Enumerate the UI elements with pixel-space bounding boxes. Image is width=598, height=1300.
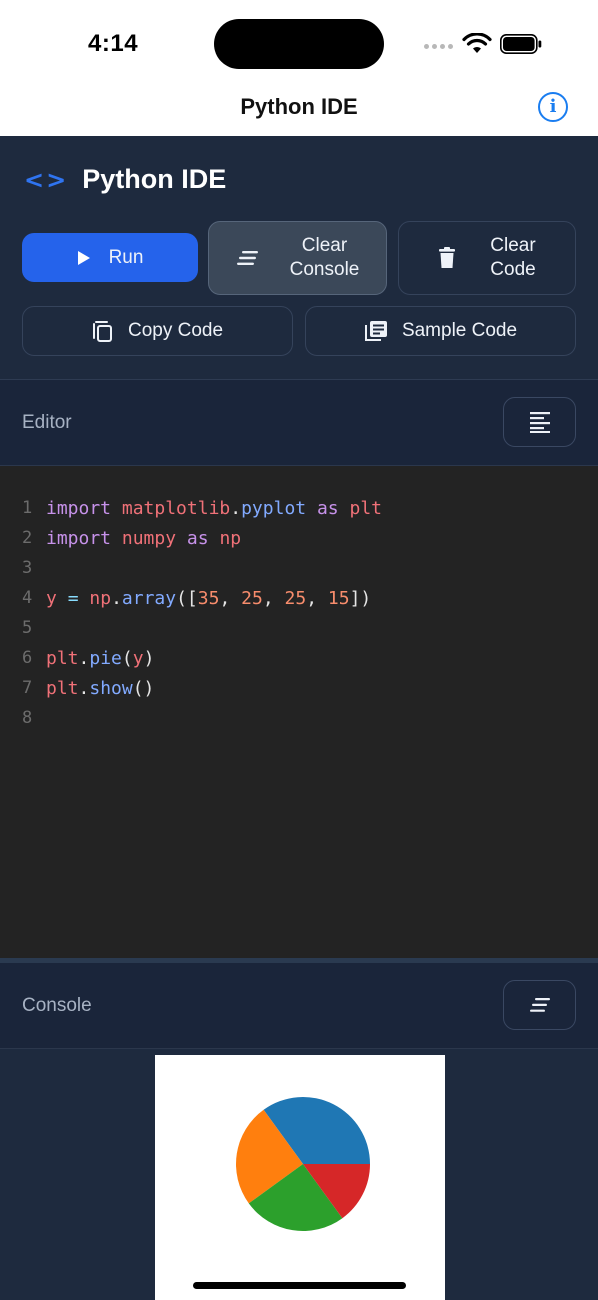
run-label: Run — [108, 246, 144, 268]
home-indicator[interactable] — [193, 1282, 406, 1289]
line-number: 7 — [22, 678, 33, 698]
trash-icon — [439, 247, 456, 268]
clear-console-label-line1: Clear — [301, 235, 348, 256]
toolbar-panel: <> Python IDE Run Clear Console Clear Co… — [0, 136, 598, 380]
navigation-bar: Python IDE i — [0, 88, 598, 136]
cellular-signal-icon — [424, 44, 453, 49]
dynamic-island — [214, 19, 384, 69]
clear-console-label: Clear Console — [290, 234, 360, 282]
copy-code-label: Copy Code — [127, 320, 224, 341]
code-line[interactable]: 6 plt.pie(y) — [0, 643, 154, 673]
line-number: 1 — [22, 498, 33, 518]
wifi-icon — [462, 33, 492, 53]
editor-header: Editor — [0, 380, 598, 466]
console-label: Console — [22, 995, 92, 1016]
plot-output — [155, 1055, 445, 1300]
nav-title: Python IDE — [240, 94, 358, 119]
clear-console-icon-button[interactable] — [503, 980, 576, 1030]
code-text: import numpy as np — [46, 527, 242, 549]
clear-console-label-line2: Console — [289, 259, 360, 280]
line-number: 8 — [22, 708, 33, 728]
code-text: import matplotlib.pyplot as plt — [46, 497, 383, 519]
code-text: y = np.array([35, 25, 25, 15]) — [46, 587, 372, 609]
console-header: Console — [0, 963, 598, 1049]
clear-lines-icon — [529, 998, 550, 1012]
line-number: 2 — [22, 528, 33, 548]
code-line[interactable]: 2 import numpy as np — [0, 523, 241, 553]
clear-code-button[interactable]: Clear Code — [398, 221, 576, 295]
run-button[interactable]: Run — [22, 233, 198, 282]
code-editor[interactable]: 1 import matplotlib.pyplot as plt 2 import … — [0, 466, 598, 958]
editor-label: Editor — [22, 412, 72, 433]
code-line[interactable]: 7 plt.show() — [0, 673, 154, 703]
clear-code-label-line2: Code — [490, 259, 536, 280]
copy-icon — [92, 321, 112, 342]
code-brackets-icon: <> — [24, 165, 69, 194]
clear-code-label: Clear Code — [490, 234, 535, 282]
line-number: 4 — [22, 588, 33, 608]
code-line[interactable]: 4 y = np.array([35, 25, 25, 15]) — [0, 583, 371, 613]
clear-console-button[interactable]: Clear Console — [208, 221, 387, 295]
library-books-icon — [364, 321, 387, 341]
play-icon — [77, 250, 90, 265]
brand: <> Python IDE — [24, 164, 226, 195]
info-button[interactable]: i — [538, 92, 568, 122]
status-time: 4:14 — [88, 30, 139, 57]
status-bar: 4:14 — [0, 0, 598, 88]
code-line[interactable]: 3 — [0, 553, 46, 583]
code-line[interactable]: 1 import matplotlib.pyplot as plt — [0, 493, 382, 523]
line-number: 6 — [22, 648, 33, 668]
console-output — [0, 1050, 598, 1300]
sample-code-label: Sample Code — [401, 320, 518, 341]
line-number: 5 — [22, 618, 33, 638]
align-left-icon — [529, 412, 550, 433]
pie-chart — [236, 1097, 370, 1231]
sample-code-button[interactable]: Sample Code — [305, 306, 576, 356]
code-text: plt.pie(y) — [46, 647, 155, 669]
code-line[interactable]: 5 — [0, 613, 46, 643]
brand-title: Python IDE — [82, 164, 227, 194]
battery-icon — [500, 34, 542, 54]
info-icon: i — [549, 96, 557, 117]
code-text: plt.show() — [46, 677, 155, 699]
clear-lines-icon — [236, 251, 258, 265]
code-line[interactable]: 8 — [0, 703, 46, 733]
format-code-button[interactable] — [503, 397, 576, 447]
copy-code-button[interactable]: Copy Code — [22, 306, 293, 356]
line-number: 3 — [22, 558, 33, 578]
clear-code-label-line1: Clear — [490, 235, 536, 256]
